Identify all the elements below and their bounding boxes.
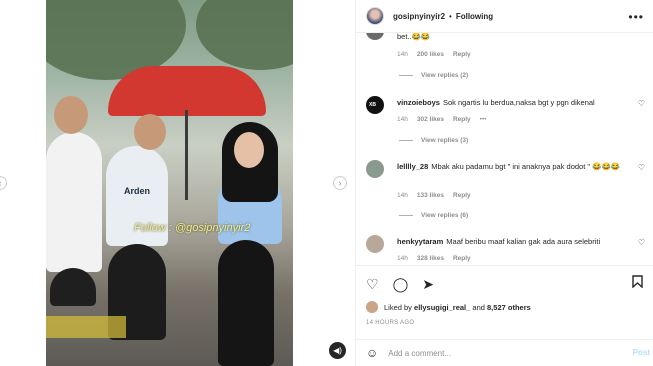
chevron-right-icon[interactable]: ›	[333, 176, 347, 190]
comment-avatar[interactable]	[366, 160, 384, 178]
reply-button[interactable]: Reply	[453, 51, 471, 58]
yellow-tactile-path	[46, 316, 126, 338]
reply-button[interactable]: Reply	[453, 192, 471, 199]
reply-button[interactable]: Reply	[453, 116, 471, 123]
author-avatar[interactable]	[366, 7, 384, 25]
liked-by-user[interactable]: ellysugigi_real_	[414, 303, 470, 312]
comment-time: 14h	[397, 192, 408, 199]
comment-likes[interactable]: 133 likes	[417, 192, 444, 199]
liked-by-joiner: and	[472, 302, 485, 312]
comment-likes[interactable]: 328 likes	[417, 255, 444, 262]
post-video[interactable]: Arden Follow : @gosipnyinyir2	[46, 0, 293, 366]
liked-by-count[interactable]: 8,527 others	[487, 303, 531, 312]
media-pane: ‹ Arden Follow : @gosipnyinyir2 › ◀)	[0, 0, 355, 366]
comment-text: Mbak aku padamu bgt " ini anaknya pak do…	[431, 162, 621, 171]
more-horizontal-icon[interactable]: •••	[628, 10, 644, 24]
jersey-text: Arden	[124, 186, 151, 196]
view-replies-button[interactable]: View replies (6)	[399, 212, 468, 219]
comment-body: vinzoieboys Sok ngartis lu berdua,naksa b…	[397, 97, 635, 108]
comment-body: lelllly_28 Mbak aku padamu bgt " ini anak…	[397, 161, 635, 172]
view-replies-button[interactable]: View replies (2)	[399, 72, 468, 79]
send-icon[interactable]: ➤	[422, 276, 434, 293]
comment-time: 14h	[397, 116, 408, 123]
comment-meta: 14h 302 likes Reply •••	[397, 116, 487, 123]
person-left-shirt	[46, 132, 102, 272]
person-middle-head	[134, 114, 166, 150]
liked-by-prefix: Liked by	[384, 302, 412, 312]
comment-heart-icon[interactable]: ♡	[638, 238, 645, 247]
speaker-icon[interactable]: ◀)	[329, 342, 346, 359]
liked-by-line: Liked by ellysugigi_real_ and 8,527 othe…	[366, 301, 531, 313]
add-comment-bar: ☺ Post	[356, 339, 653, 366]
following-button[interactable]: Following	[456, 12, 493, 21]
emoji-icon[interactable]: ☺	[366, 346, 378, 360]
comment-username[interactable]: lelllly_28	[397, 162, 428, 171]
liker-avatar[interactable]	[366, 301, 378, 313]
comment-meta: 14h 133 likes Reply	[397, 192, 471, 199]
comment-heart-icon[interactable]: ♡	[638, 99, 645, 108]
post-timestamp[interactable]: 14 HOURS AGO	[366, 320, 414, 326]
avatar-monogram: XB	[369, 102, 376, 108]
view-replies-label[interactable]: View replies (6)	[421, 212, 468, 219]
comment-username[interactable]: vinzoieboys	[397, 98, 440, 107]
view-replies-label[interactable]: View replies (2)	[421, 72, 468, 79]
red-umbrella	[108, 66, 266, 116]
comments-list[interactable]: bet..😂😂 14h 200 likes Reply View replies…	[356, 33, 653, 265]
comment-time: 14h	[397, 51, 408, 58]
bookmark-icon[interactable]	[632, 275, 643, 291]
heart-icon[interactable]: ♡	[366, 276, 379, 293]
chevron-left-icon[interactable]: ‹	[0, 176, 7, 190]
video-overlay-caption: Follow : @gosipnyinyir2	[134, 222, 251, 234]
comment-icon[interactable]: ◯	[393, 276, 409, 293]
add-comment-input[interactable]	[388, 348, 609, 358]
person-left-head	[54, 96, 88, 134]
comment-text: Maaf beribu maaf kalian gak ada aura sel…	[446, 237, 601, 246]
comment-heart-icon[interactable]: ♡	[638, 163, 645, 172]
tree-foliage	[196, 0, 293, 70]
post-header: gosipnyinyir2 • Following •••	[356, 0, 653, 33]
action-icons: ♡ ◯ ➤	[366, 276, 434, 293]
comment-meta: 14h 328 likes Reply	[397, 255, 471, 262]
comment-likes[interactable]: 200 likes	[417, 51, 444, 58]
comment-avatar[interactable]	[366, 235, 384, 253]
comment-meta: 14h 200 likes Reply	[397, 51, 471, 58]
comment-avatar[interactable]	[366, 33, 384, 40]
comment-text: bet..😂😂	[397, 33, 431, 41]
umbrella-pole	[185, 110, 188, 200]
reply-button[interactable]: Reply	[453, 255, 471, 262]
post-details-panel: gosipnyinyir2 • Following ••• bet..😂😂 14…	[355, 0, 653, 366]
post-comment-button[interactable]: Post	[633, 348, 650, 357]
comment-likes[interactable]: 302 likes	[417, 116, 444, 123]
view-replies-label[interactable]: View replies (3)	[421, 137, 468, 144]
comment-body: henkyytaram Maaf beribu maaf kalian gak a…	[397, 236, 635, 247]
comment-text: Sok ngartis lu berdua,naksa bgt y pgn di…	[442, 98, 595, 107]
woman-black-pants	[218, 240, 274, 366]
replies-divider	[399, 215, 413, 216]
comment-username[interactable]: henkyytaram	[397, 237, 443, 246]
comment-options-icon[interactable]: •••	[480, 116, 487, 123]
person-left-shorts	[50, 268, 96, 306]
replies-divider	[399, 140, 413, 141]
comment-time: 14h	[397, 255, 408, 262]
author-username[interactable]: gosipnyinyir2	[393, 12, 445, 21]
view-replies-button[interactable]: View replies (3)	[399, 137, 468, 144]
header-separator: •	[449, 11, 452, 21]
replies-divider	[399, 75, 413, 76]
woman-face	[234, 132, 264, 168]
